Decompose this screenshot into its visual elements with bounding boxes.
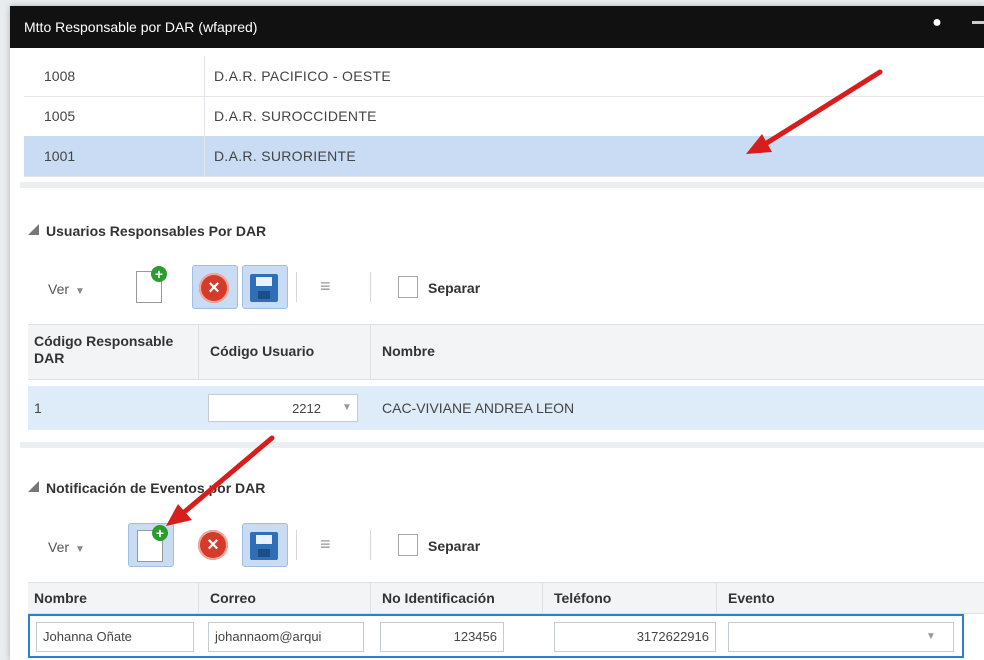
notificacion-section-title[interactable]: Notificación de Eventos por DAR [28, 480, 266, 496]
separar-icon[interactable] [398, 534, 418, 556]
notificacion-title-text: Notificación de Eventos por DAR [46, 480, 266, 496]
filter-icon[interactable]: ≡ [320, 534, 331, 555]
separar-button[interactable]: Separar [428, 280, 480, 296]
column-header[interactable]: Código Usuario [210, 343, 314, 359]
section-divider [20, 182, 984, 188]
usuarios-title-text: Usuarios Responsables Por DAR [46, 223, 267, 239]
toolbar-separator [370, 530, 371, 560]
add-record-button[interactable]: + [128, 265, 172, 307]
nombre-cell: CAC-VIVIANE ANDREA LEON [382, 400, 575, 416]
notificacion-toolbar: Ver ▼ + × ≡ Separar [28, 516, 984, 576]
dar-name: D.A.R. PACIFICO - OESTE [214, 68, 391, 84]
collapse-triangle-icon[interactable] [28, 481, 39, 492]
toolbar-separator [296, 272, 297, 302]
dar-name: D.A.R. SUROCCIDENTE [214, 108, 377, 124]
add-record-button[interactable]: + [128, 523, 174, 567]
usuarios-table-header: Código Responsable DAR Código Usuario No… [28, 324, 984, 380]
save-icon [250, 532, 278, 560]
separar-icon[interactable] [398, 276, 418, 298]
column-header[interactable]: Teléfono [554, 590, 611, 606]
ver-menu[interactable]: Ver ▼ [48, 539, 85, 555]
column-header[interactable]: No Identificación [382, 590, 495, 606]
notificacion-table-header: Nombre Correo No Identificación Teléfono… [28, 582, 984, 614]
delete-icon: × [198, 530, 228, 560]
usuarios-toolbar: Ver ▼ + × ≡ Separar [28, 258, 984, 318]
gear-icon[interactable]: ● [928, 14, 946, 32]
minimize-icon[interactable] [972, 21, 984, 24]
telefono-input[interactable]: 3172622916 [554, 622, 716, 652]
ver-menu[interactable]: Ver ▼ [48, 281, 85, 297]
dialog-window: Mtto Responsable por DAR (wfapred) ● 100… [10, 6, 984, 660]
collapse-triangle-icon[interactable] [28, 224, 39, 235]
ver-label: Ver [48, 281, 70, 297]
dar-name: D.A.R. SURORIENTE [214, 148, 357, 164]
annotation-arrow-line [179, 435, 275, 517]
delete-record-button[interactable]: × [192, 523, 236, 565]
section-divider [20, 442, 984, 448]
evento-select[interactable] [728, 622, 954, 652]
column-divider [204, 56, 205, 96]
ver-label: Ver [48, 539, 70, 555]
correo-input[interactable]: johannaom@arqui [208, 622, 364, 652]
chevron-down-icon: ▼ [75, 544, 85, 555]
delete-record-button[interactable]: × [192, 265, 238, 309]
separar-button[interactable]: Separar [428, 538, 480, 554]
dar-code: 1005 [44, 108, 76, 124]
codigo-responsable-cell: 1 [34, 400, 42, 416]
save-icon [250, 274, 278, 302]
table-row-editing[interactable]: Johanna Oñate johannaom@arqui 123456 317… [28, 614, 964, 658]
column-divider [204, 96, 205, 136]
column-divider [204, 136, 205, 176]
chevron-down-icon: ▼ [75, 286, 85, 297]
chevron-down-icon[interactable]: ▼ [342, 402, 352, 413]
window-title: Mtto Responsable por DAR (wfapred) [24, 19, 258, 35]
save-record-button[interactable] [242, 265, 288, 309]
table-row[interactable]: 1 2212 ▼ CAC-VIVIANE ANDREA LEON [28, 386, 984, 430]
filter-icon[interactable]: ≡ [320, 276, 331, 297]
dar-row[interactable]: 1005 D.A.R. SUROCCIDENTE [24, 96, 984, 137]
dar-code: 1001 [44, 148, 76, 164]
toolbar-separator [296, 530, 297, 560]
title-bar: Mtto Responsable por DAR (wfapred) ● [10, 6, 984, 48]
column-header[interactable]: Correo [210, 590, 256, 606]
delete-icon: × [199, 273, 229, 303]
dar-row-selected[interactable]: 1001 D.A.R. SURORIENTE [24, 136, 984, 177]
usuarios-section-title[interactable]: Usuarios Responsables Por DAR [28, 223, 267, 239]
column-header[interactable]: Nombre [382, 343, 435, 359]
new-document-icon: + [137, 525, 168, 562]
codigo-usuario-select[interactable]: 2212 [208, 394, 358, 422]
dar-row[interactable]: 1008 D.A.R. PACIFICO - OESTE [24, 56, 984, 97]
toolbar-separator [370, 272, 371, 302]
nombre-input[interactable]: Johanna Oñate [36, 622, 194, 652]
column-header[interactable]: Nombre [34, 590, 87, 606]
column-header[interactable]: Evento [728, 590, 775, 606]
dar-code: 1008 [44, 68, 76, 84]
save-record-button[interactable] [242, 523, 288, 567]
chevron-down-icon[interactable]: ▼ [926, 631, 936, 642]
column-header[interactable]: Código Responsable DAR [34, 333, 184, 367]
no-identificacion-input[interactable]: 123456 [380, 622, 504, 652]
new-document-icon: + [136, 266, 167, 303]
